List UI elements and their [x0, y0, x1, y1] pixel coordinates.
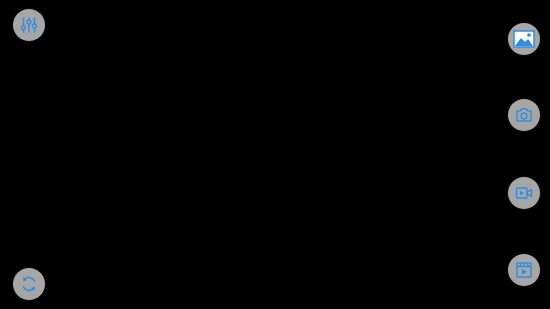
- camera-icon: [515, 107, 533, 123]
- video-clip-button[interactable]: [508, 254, 540, 286]
- settings-button[interactable]: [13, 9, 45, 41]
- gallery-button[interactable]: [508, 23, 540, 55]
- video-clip-icon: [515, 261, 533, 279]
- switch-camera-icon: [20, 275, 38, 293]
- switch-camera-button[interactable]: [13, 268, 45, 300]
- video-record-button[interactable]: [508, 177, 540, 209]
- sliders-icon: [20, 16, 38, 34]
- video-camera-icon: [515, 185, 533, 201]
- photo-capture-button[interactable]: [508, 99, 540, 131]
- gallery-icon: [513, 30, 535, 48]
